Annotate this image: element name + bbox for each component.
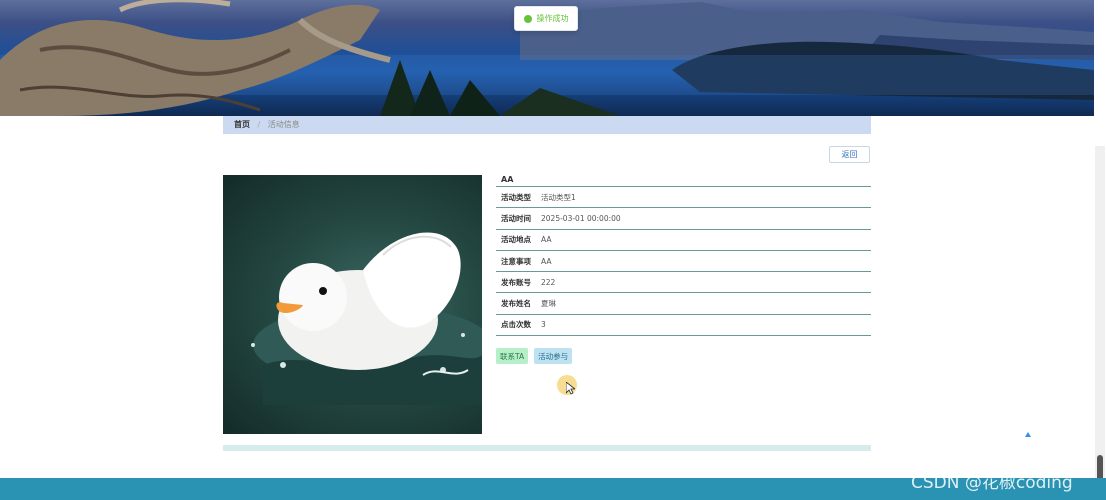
header-banner: 操作成功 [0,0,1094,116]
detail-label: 点击次数 [501,320,531,330]
activity-details: AA 活动类型 活动类型1 活动时间 2025-03-01 00:00:00 活… [496,174,871,365]
detail-value: 222 [541,277,556,287]
detail-row: 活动地点 AA [496,230,871,251]
join-activity-button[interactable]: 活动参与 [534,348,573,365]
activity-title: AA [496,174,871,187]
detail-label: 活动类型 [501,192,531,202]
detail-label: 发布账号 [501,277,531,287]
toast-message: 操作成功 [536,14,569,23]
breadcrumb-home-link[interactable]: 首页 [234,120,250,129]
breadcrumb: 首页 / 活动信息 [223,116,871,134]
breadcrumb-separator: / [257,120,261,129]
back-button[interactable]: 返回 [829,146,870,163]
action-buttons: 联系TA 活动参与 [496,348,871,365]
detail-label: 发布姓名 [501,299,531,309]
contact-button[interactable]: 联系TA [496,348,529,365]
breadcrumb-current: 活动信息 [267,120,300,129]
detail-label: 活动时间 [501,213,531,223]
mouse-cursor-icon [566,382,575,395]
watermark-text: CSDN @花椒coding [911,473,1073,493]
scrollbar-track[interactable] [1095,146,1105,500]
detail-row: 点击次数 3 [496,315,871,337]
detail-value: 3 [541,320,546,330]
detail-value: 2025-03-01 00:00:00 [541,213,621,223]
content-bottom-divider [223,445,871,451]
detail-row: 发布姓名 夏琳 [496,293,871,315]
detail-row: 注意事项 AA [496,251,871,273]
detail-value: 活动类型1 [541,192,576,202]
success-toast: 操作成功 [514,6,578,31]
back-to-top-icon[interactable] [1025,432,1031,437]
detail-value: AA [541,256,552,266]
detail-row: 活动时间 2025-03-01 00:00:00 [496,208,871,230]
activity-image [223,175,482,434]
check-circle-icon [523,14,532,23]
detail-label: 注意事项 [501,256,531,266]
detail-row: 发布账号 222 [496,272,871,294]
detail-value: AA [541,235,552,245]
detail-label: 活动地点 [501,235,531,245]
detail-row: 活动类型 活动类型1 [496,187,871,209]
detail-value: 夏琳 [541,299,556,309]
